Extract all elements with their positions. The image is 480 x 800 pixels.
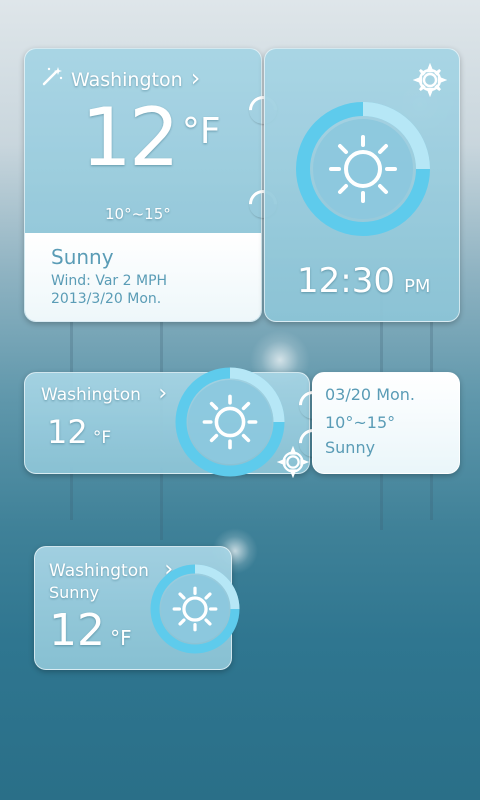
large-weather-panel[interactable]: Washington › 12 °F 10°~15° Sunny Wind: V… xyxy=(24,48,262,322)
weather-icon-ring xyxy=(172,364,288,480)
weather-icon-ring xyxy=(148,562,242,656)
temperature-range: 10°~15° xyxy=(325,413,396,432)
time-ampm: PM xyxy=(404,276,431,297)
chevron-right-icon: › xyxy=(158,381,168,406)
temperature-unit: °F xyxy=(92,428,112,448)
temperature-unit: °F xyxy=(181,111,221,152)
gear-icon[interactable] xyxy=(412,62,448,101)
temperature: 12 °F xyxy=(47,413,111,451)
condition-text: Sunny xyxy=(51,245,114,269)
temperature: 12 °F xyxy=(49,605,132,656)
magic-wand-icon[interactable] xyxy=(41,65,63,91)
city-name: Washington xyxy=(71,69,183,91)
details-box: Sunny Wind: Var 2 MPH 2013/3/20 Mon. xyxy=(25,233,261,321)
wind-text: Wind: Var 2 MPH xyxy=(51,273,168,289)
temperature-value: 12 xyxy=(49,605,105,656)
medium-details-panel[interactable]: 03/20 Mon. 10°~15° Sunny xyxy=(312,372,460,474)
temperature-unit: °F xyxy=(110,626,132,650)
city-name: Washington xyxy=(41,385,141,405)
condition-text: Sunny xyxy=(49,583,100,602)
city-selector[interactable]: Washington › xyxy=(41,381,167,406)
condition-text: Sunny xyxy=(325,438,376,457)
chevron-right-icon: › xyxy=(190,64,201,92)
temperature-value: 12 xyxy=(81,91,180,184)
clock-time[interactable]: 12:30 PM xyxy=(297,261,430,301)
clock-panel[interactable]: 12:30 PM xyxy=(264,48,460,322)
city-selector[interactable]: Washington › xyxy=(71,64,200,92)
date-text: 2013/3/20 Mon. xyxy=(51,291,162,307)
time-value: 12:30 xyxy=(297,261,395,301)
weather-icon-ring xyxy=(291,97,435,241)
temperature-value: 12 xyxy=(47,413,88,451)
date-text: 03/20 Mon. xyxy=(325,385,416,404)
temperature: 12 °F xyxy=(81,91,221,184)
temperature-range: 10°~15° xyxy=(105,205,171,223)
city-name: Washington xyxy=(49,561,149,581)
